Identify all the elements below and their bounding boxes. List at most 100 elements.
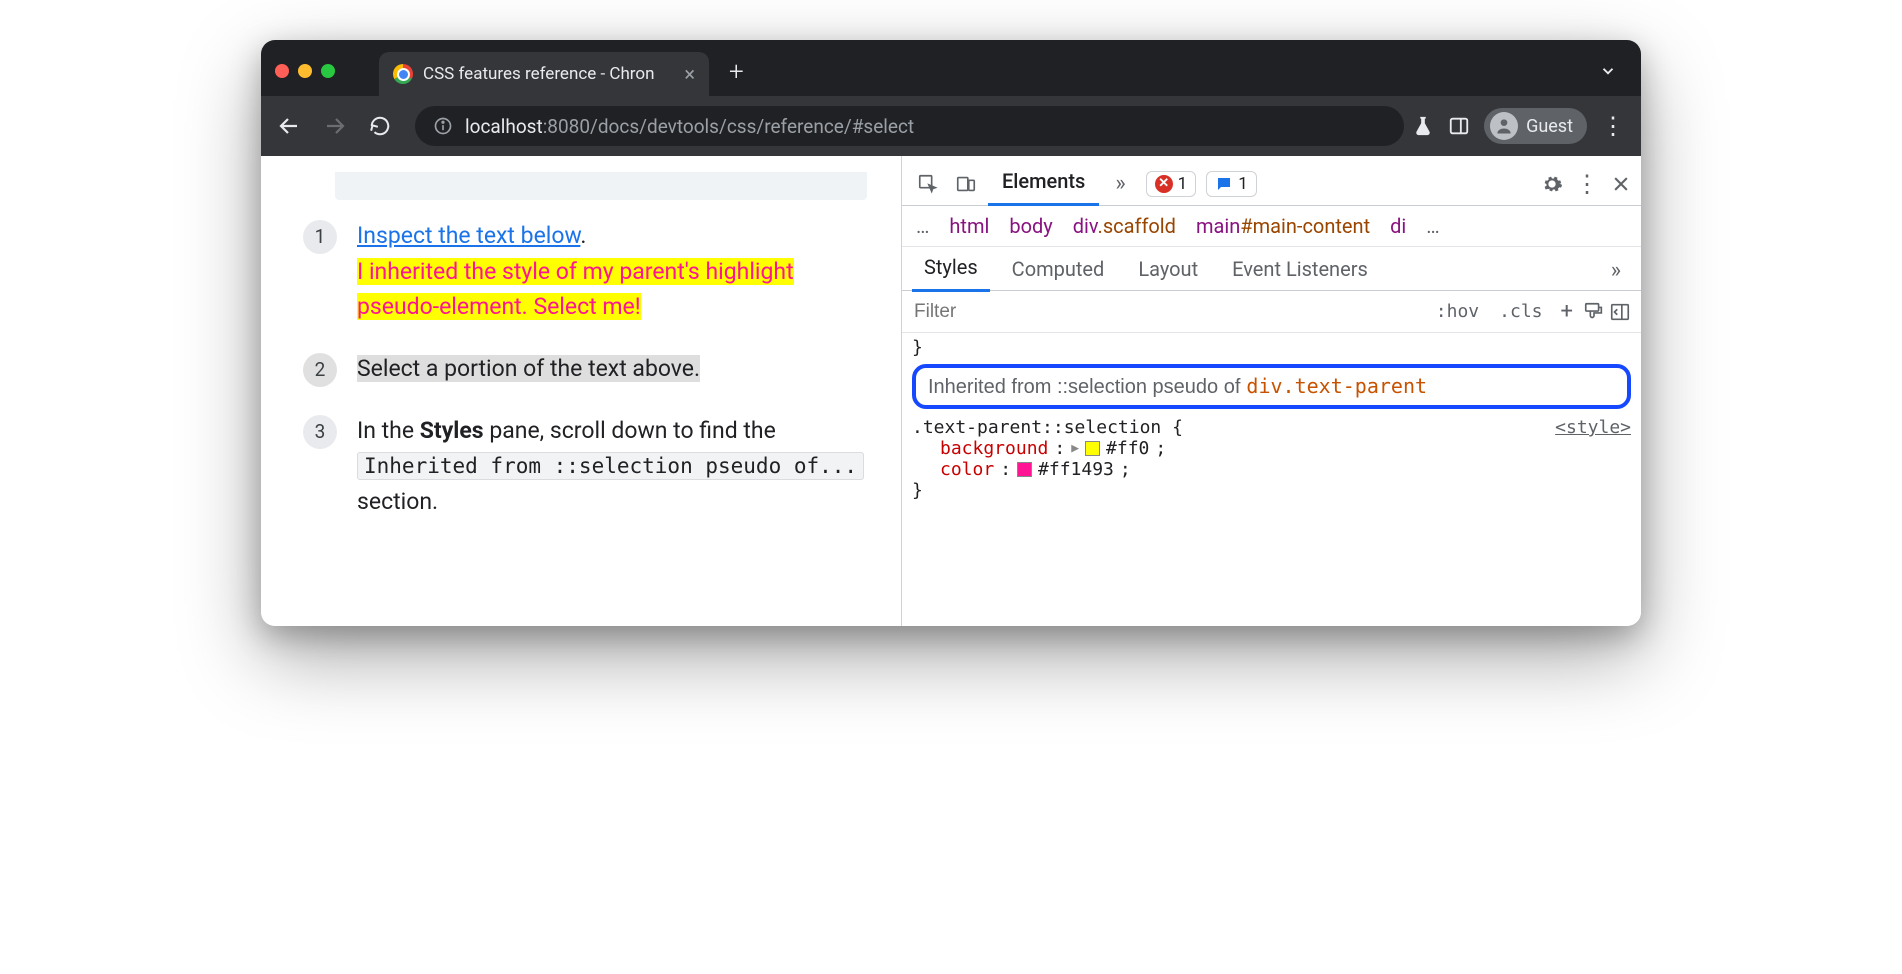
rule-selector-line[interactable]: .text-parent::selection { <style> xyxy=(912,417,1631,438)
reload-button[interactable] xyxy=(369,115,407,137)
chrome-favicon-icon xyxy=(393,64,413,84)
tabs-overflow-icon[interactable]: » xyxy=(1105,165,1135,202)
step-2: Select a portion of the text above. xyxy=(295,351,867,387)
toggle-sidebar-icon[interactable] xyxy=(1609,301,1631,323)
page-content: Inspect the text below. I inherited the … xyxy=(261,156,901,626)
console-badges: ✕ 1 1 xyxy=(1146,171,1257,197)
styles-body: } Inherited from ::selection pseudo of d… xyxy=(902,333,1641,511)
content-area: Inspect the text below. I inherited the … xyxy=(261,156,1641,626)
url-host: localhost xyxy=(465,115,543,138)
bc-body[interactable]: body xyxy=(1009,214,1052,238)
maximize-window-button[interactable] xyxy=(321,64,335,78)
close-devtools-icon[interactable] xyxy=(1611,174,1631,194)
tab-close-icon[interactable]: × xyxy=(684,62,695,86)
device-toolbar-icon[interactable] xyxy=(950,168,982,200)
profile-label: Guest xyxy=(1526,116,1573,137)
tab-title: CSS features reference - Chron xyxy=(423,64,654,84)
toolbar-right: Guest ⋮ xyxy=(1412,108,1625,144)
styles-subtabs: Styles Computed Layout Event Listeners » xyxy=(902,247,1641,291)
step3-c: pane, scroll down to find the xyxy=(484,417,776,444)
site-info-icon[interactable] xyxy=(433,116,453,136)
labs-icon[interactable] xyxy=(1412,115,1434,137)
error-dot-icon: ✕ xyxy=(1155,175,1173,193)
inspect-link[interactable]: Inspect the text below xyxy=(357,222,580,249)
step1-dot: . xyxy=(580,222,586,249)
rule-close-brace: } xyxy=(912,480,1631,501)
val-background: #ff0 xyxy=(1106,438,1149,459)
address-bar[interactable]: localhost:8080/docs/devtools/css/referen… xyxy=(415,106,1404,146)
steps-list: Inspect the text below. I inherited the … xyxy=(295,218,867,519)
subtab-events[interactable]: Event Listeners xyxy=(1220,251,1380,291)
bc-div[interactable]: div.scaffold xyxy=(1073,214,1176,238)
step-3: In the Styles pane, scroll down to find … xyxy=(295,413,867,520)
rule-source-link[interactable]: <style> xyxy=(1555,417,1631,438)
url-path: :8080/docs/devtools/css/reference/#selec… xyxy=(543,115,914,138)
titlebar: CSS features reference - Chron × + xyxy=(261,40,1641,96)
devtools-panel: Elements » ✕ 1 1 xyxy=(901,156,1641,626)
prev-rule-close: } xyxy=(912,337,1631,358)
bc-main[interactable]: main#main-content xyxy=(1196,214,1370,238)
errors-count: 1 xyxy=(1178,174,1188,194)
subtab-computed[interactable]: Computed xyxy=(1000,251,1117,291)
inherited-section-header[interactable]: Inherited from ::selection pseudo of div… xyxy=(912,364,1631,409)
settings-icon[interactable] xyxy=(1541,173,1563,195)
step3-code: Inherited from ::selection pseudo of... xyxy=(357,452,864,480)
bc-html[interactable]: html xyxy=(949,214,989,238)
styles-filter-row: :hov .cls + xyxy=(902,291,1641,333)
cls-toggle[interactable]: .cls xyxy=(1491,298,1550,325)
forward-button[interactable] xyxy=(323,114,361,138)
close-window-button[interactable] xyxy=(275,64,289,78)
bc-di[interactable]: di xyxy=(1390,214,1406,238)
subtab-styles[interactable]: Styles xyxy=(912,249,990,292)
expand-triangle-icon[interactable]: ▶ xyxy=(1071,441,1079,456)
devtools-right-icons: ⋮ xyxy=(1541,170,1631,198)
val-color: #ff1493 xyxy=(1038,459,1114,480)
new-style-rule-button[interactable]: + xyxy=(1555,299,1579,324)
inspect-element-icon[interactable] xyxy=(912,168,944,200)
messages-count: 1 xyxy=(1238,174,1248,194)
step-1: Inspect the text below. I inherited the … xyxy=(295,218,867,325)
inherit-selector: div.text-parent xyxy=(1246,374,1427,398)
bc-ellipsis-2[interactable]: … xyxy=(1426,214,1439,238)
dom-breadcrumb[interactable]: … html body div.scaffold main#main-conte… xyxy=(902,206,1641,247)
code-block-bottom xyxy=(335,172,867,200)
decl-color[interactable]: color: #ff1493; xyxy=(912,459,1631,480)
new-tab-button[interactable]: + xyxy=(729,57,744,87)
errors-badge[interactable]: ✕ 1 xyxy=(1146,171,1197,197)
step2-text: Select a portion of the text above. xyxy=(357,355,700,382)
hov-toggle[interactable]: :hov xyxy=(1428,298,1487,325)
styles-filter-input[interactable] xyxy=(912,297,1424,327)
elements-tab[interactable]: Elements xyxy=(988,161,1099,206)
step3-a: In the xyxy=(357,417,420,444)
avatar-icon xyxy=(1490,112,1518,140)
bc-ellipsis[interactable]: … xyxy=(916,214,929,238)
browser-toolbar: localhost:8080/docs/devtools/css/referen… xyxy=(261,96,1641,156)
devtools-menu-icon[interactable]: ⋮ xyxy=(1575,170,1599,198)
color-swatch-yellow[interactable] xyxy=(1085,441,1100,456)
step3-b: Styles xyxy=(420,417,484,444)
prop-color: color xyxy=(940,459,994,480)
window-controls xyxy=(275,64,335,78)
url-text: localhost:8080/docs/devtools/css/referen… xyxy=(465,115,914,138)
inherit-prefix: Inherited from ::selection pseudo of xyxy=(928,376,1240,399)
browser-window: CSS features reference - Chron × + local… xyxy=(261,40,1641,626)
messages-badge[interactable]: 1 xyxy=(1206,171,1257,197)
devtools-tabbar: Elements » ✕ 1 1 xyxy=(902,156,1641,206)
paint-icon[interactable] xyxy=(1583,301,1605,323)
subtabs-overflow-icon[interactable]: » xyxy=(1601,252,1631,289)
back-button[interactable] xyxy=(277,114,315,138)
panel-icon[interactable] xyxy=(1448,115,1470,137)
browser-tab[interactable]: CSS features reference - Chron × xyxy=(379,52,709,96)
menu-icon[interactable]: ⋮ xyxy=(1601,112,1625,140)
rule-selector: .text-parent::selection { xyxy=(912,417,1183,438)
highlighted-text[interactable]: I inherited the style of my parent's hig… xyxy=(357,258,794,321)
color-swatch-pink[interactable] xyxy=(1017,462,1032,477)
profile-chip[interactable]: Guest xyxy=(1484,108,1587,144)
tabs-dropdown-icon[interactable] xyxy=(1599,62,1617,80)
decl-background[interactable]: background: ▶ #ff0; xyxy=(912,438,1631,459)
step3-d: section. xyxy=(357,488,438,515)
prop-background: background xyxy=(940,438,1048,459)
minimize-window-button[interactable] xyxy=(298,64,312,78)
message-icon xyxy=(1215,175,1233,193)
subtab-layout[interactable]: Layout xyxy=(1126,251,1210,291)
